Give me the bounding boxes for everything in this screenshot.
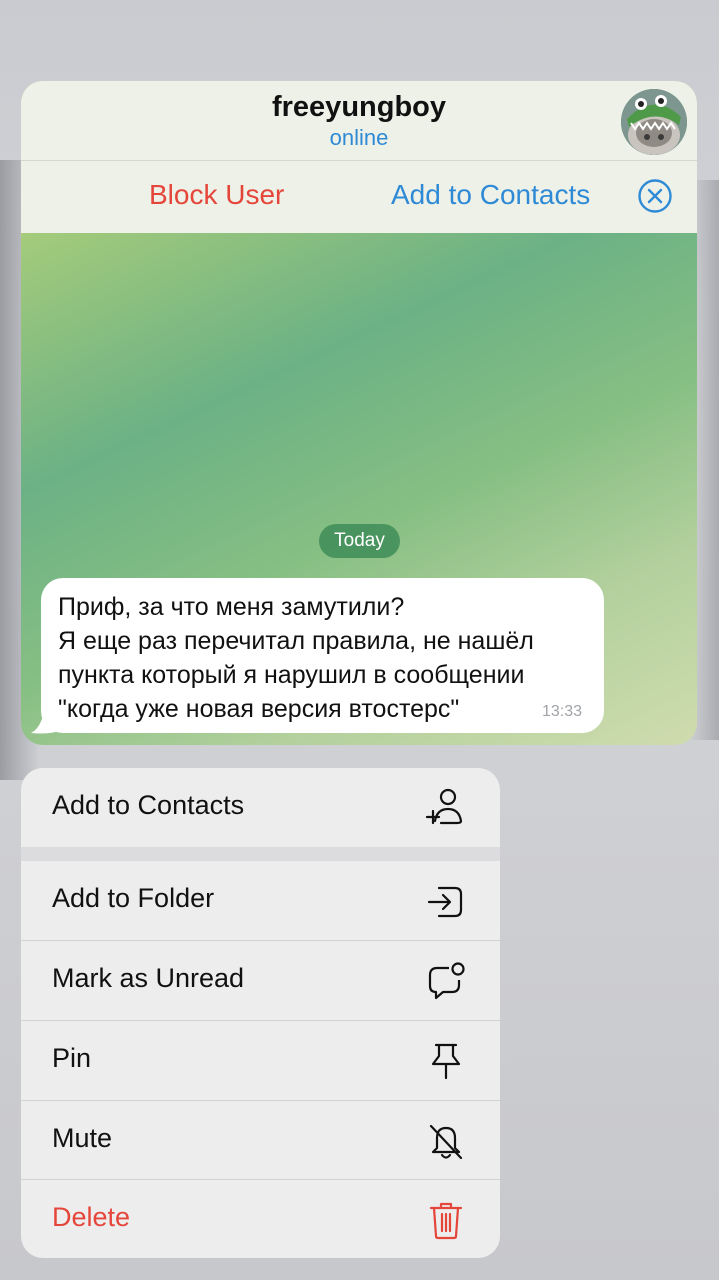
menu-item-label: Mark as Unread	[52, 963, 245, 993]
menu-item-delete[interactable]: Delete	[21, 1180, 500, 1258]
menu-item-label: Pin	[52, 1043, 92, 1073]
menu-item-label: Mute	[52, 1123, 113, 1153]
add-to-contacts-button[interactable]: Add to Contacts	[391, 179, 590, 211]
menu-item-mute[interactable]: Mute	[21, 1101, 500, 1180]
add-contact-icon	[425, 788, 463, 825]
chat-preview[interactable]: freeyungboy online Block User Add to Con…	[21, 81, 697, 745]
folder-move-icon	[427, 886, 463, 918]
block-user-button[interactable]: Block User	[149, 179, 284, 211]
chat-title: freeyungboy	[271, 91, 447, 123]
message-text: Приф, за что меня замутили? Я еще раз пе…	[58, 593, 534, 723]
menu-item-pin[interactable]: Pin	[21, 1021, 500, 1100]
chat-header: freeyungboy online	[21, 81, 697, 161]
trash-icon	[429, 1202, 463, 1240]
menu-item-label: Add to Contacts	[52, 790, 245, 820]
date-separator: Today	[319, 524, 400, 558]
menu-item-label: Add to Folder	[52, 883, 215, 913]
menu-group-gap	[21, 847, 500, 861]
menu-item-label: Delete	[52, 1202, 131, 1232]
menu-item-add-to-folder[interactable]: Add to Folder	[21, 861, 500, 940]
close-circle-icon[interactable]	[638, 179, 672, 213]
bell-muted-icon	[429, 1124, 463, 1160]
menu-item-mark-as-unread[interactable]: Mark as Unread	[21, 941, 500, 1020]
pin-icon	[431, 1043, 461, 1080]
message-bubble[interactable]: Приф, за что меня замутили? Я еще раз пе…	[41, 578, 604, 733]
menu-item-add-to-contacts[interactable]: Add to Contacts	[21, 768, 500, 847]
contact-action-bar: Block User Add to Contacts	[21, 161, 697, 233]
avatar[interactable]	[621, 89, 687, 155]
context-menu: Add to Contacts Add to Folder Mark as Un…	[21, 768, 500, 1258]
message-time: 13:33	[541, 703, 582, 720]
unread-bubble-icon	[428, 962, 465, 1000]
chat-status: online	[329, 125, 389, 150]
